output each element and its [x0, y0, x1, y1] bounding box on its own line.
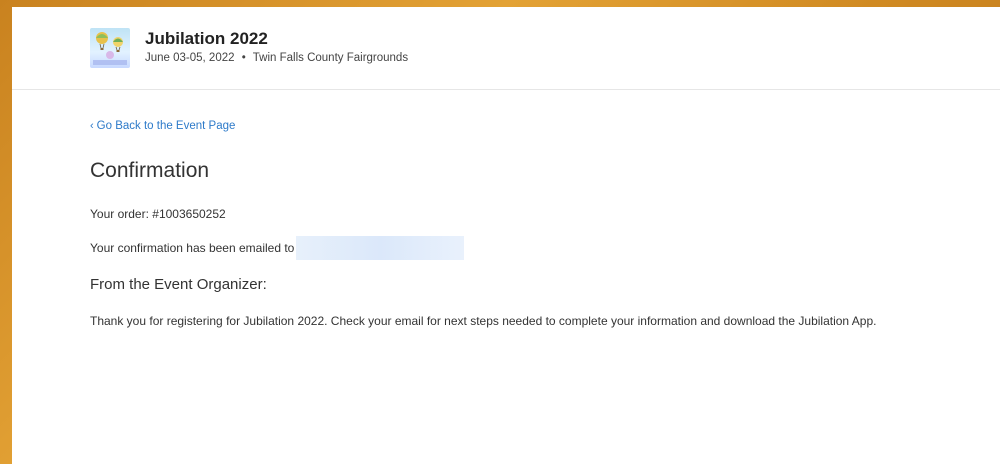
chevron-left-icon: ‹	[90, 120, 94, 132]
page-title: Confirmation	[90, 159, 210, 182]
organizer-message: Thank you for registering for Jubilation…	[90, 314, 877, 328]
order-label: Your order:	[90, 207, 149, 221]
event-venue: Twin Falls County Fairgrounds	[252, 52, 409, 64]
email-confirmation-line: Your confirmation has been emailed to	[90, 236, 465, 260]
order-number: #1003650252	[152, 207, 226, 221]
hot-air-balloons-logo-icon	[93, 32, 127, 65]
event-title: Jubilation 2022	[145, 29, 268, 48]
redacted-email	[296, 236, 465, 260]
back-link-label: Go Back to the Event Page	[96, 120, 236, 132]
order-line: Your order: #1003650252	[90, 207, 226, 221]
back-to-event-link[interactable]: ‹ Go Back to the Event Page	[90, 120, 235, 132]
event-dates: June 03-05, 2022	[145, 52, 235, 64]
organizer-heading: From the Event Organizer:	[90, 276, 267, 293]
event-logo	[90, 28, 130, 68]
event-header: Jubilation 2022 June 03-05, 2022 • Twin …	[12, 7, 1000, 90]
emailed-text: Your confirmation has been emailed to	[90, 241, 295, 255]
event-subtitle: June 03-05, 2022 • Twin Falls County Fai…	[145, 52, 408, 64]
bullet-separator: •	[241, 52, 246, 64]
main-card: Jubilation 2022 June 03-05, 2022 • Twin …	[12, 7, 1000, 464]
